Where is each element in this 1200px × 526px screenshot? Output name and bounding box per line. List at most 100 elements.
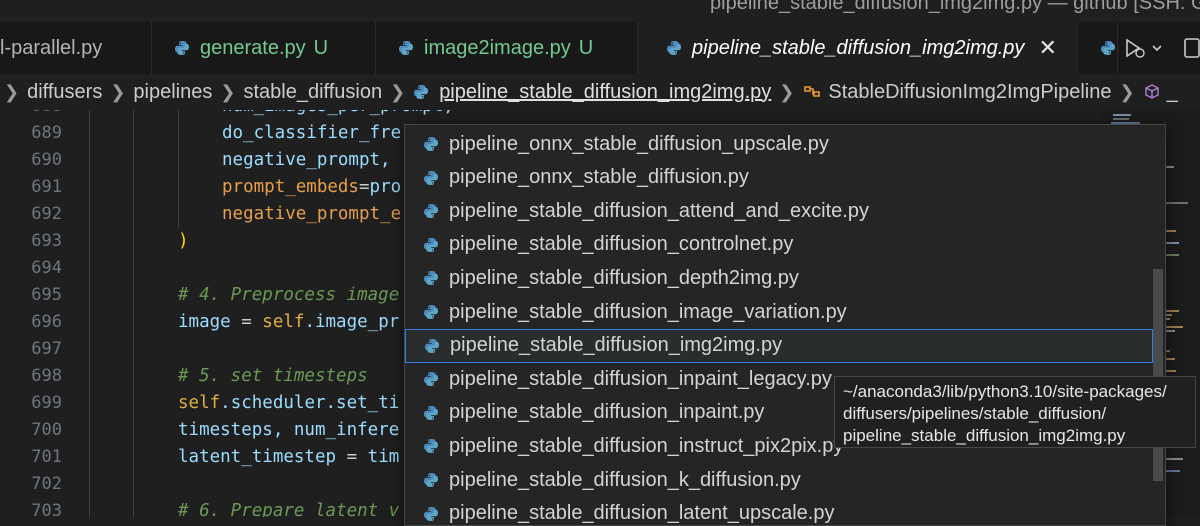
code-line: # 5. set timesteps bbox=[178, 366, 368, 386]
line-number: 688 bbox=[31, 110, 62, 116]
code-line: timesteps, num_infere bbox=[178, 420, 399, 440]
code-line: prompt_embeds=pro bbox=[222, 177, 401, 197]
tab-label: generate.py bbox=[200, 36, 306, 59]
file-picker-item[interactable]: pipeline_stable_diffusion_attend_and_exc… bbox=[405, 194, 1153, 228]
file-picker-item-label: pipeline_stable_diffusion_instruct_pix2p… bbox=[449, 434, 844, 457]
scrollbar[interactable] bbox=[1153, 125, 1163, 525]
code-token: = bbox=[336, 447, 368, 467]
code-token: # 6. Prepare latent v bbox=[178, 501, 400, 517]
indent-guide bbox=[89, 110, 90, 517]
code-line: ) bbox=[178, 231, 189, 251]
file-picker-item[interactable]: pipeline_stable_diffusion_controlnet.py bbox=[405, 228, 1153, 262]
breadcrumb-pipelines[interactable]: pipelines bbox=[133, 81, 212, 104]
line-number: 693 bbox=[31, 231, 62, 251]
code-line: negative_prompt, bbox=[222, 150, 391, 170]
line-number: 694 bbox=[31, 258, 62, 278]
run-debug-icon bbox=[1126, 38, 1145, 58]
tooltip-line: ~/anaconda3/lib/python3.10/site-packages… bbox=[843, 382, 1167, 401]
tab-img2img-active[interactable]: pipeline_stable_diffusion_img2img.py ✕ bbox=[638, 22, 1078, 74]
code-token: negative_prompt_e bbox=[222, 204, 402, 224]
split-editor-icon bbox=[1184, 38, 1200, 58]
breadcrumb-file-picker[interactable]: pipeline_onnx_stable_diffusion_upscale.p… bbox=[404, 124, 1166, 526]
code-token: self bbox=[178, 393, 221, 413]
python-icon bbox=[424, 405, 438, 420]
file-picker-item[interactable]: pipeline_onnx_stable_diffusion_upscale.p… bbox=[405, 127, 1153, 161]
breadcrumb-diffusers[interactable]: diffusers bbox=[27, 81, 102, 104]
code-token: latent_timestep bbox=[178, 447, 337, 467]
code-line: self.scheduler.set_ti bbox=[178, 393, 399, 413]
chevron-right-icon: ❯ bbox=[110, 81, 126, 102]
python-icon bbox=[414, 85, 429, 99]
code-token: negative_prompt, bbox=[222, 150, 391, 170]
tooltip-line: diffusers/pipelines/stable_diffusion/ bbox=[843, 404, 1107, 423]
code-token: tim bbox=[367, 447, 400, 467]
code-token: self bbox=[262, 312, 305, 332]
scrollbar-thumb[interactable] bbox=[1153, 269, 1163, 481]
python-icon bbox=[424, 506, 438, 521]
indent-guide bbox=[133, 110, 134, 517]
chevron-right-icon: ❯ bbox=[1119, 81, 1135, 102]
split-editor-button[interactable] bbox=[1182, 22, 1200, 74]
breadcrumb-file[interactable]: pipeline_stable_diffusion_img2img.py bbox=[439, 81, 771, 104]
line-number: 696 bbox=[31, 312, 62, 332]
chevron-right-icon: ❯ bbox=[390, 81, 406, 102]
chevron-right-icon: ❯ bbox=[220, 81, 236, 102]
title-bar: pipeline_stable_diffusion_img2img.py — g… bbox=[0, 0, 1200, 22]
file-picker-item[interactable]: pipeline_stable_diffusion_latent_upscale… bbox=[405, 497, 1153, 525]
line-number: 691 bbox=[31, 177, 62, 197]
file-picker-item-label: pipeline_stable_diffusion_attend_and_exc… bbox=[449, 199, 869, 222]
python-icon bbox=[424, 170, 438, 185]
indent-guide bbox=[178, 110, 179, 228]
code-token: prompt_embeds bbox=[222, 177, 359, 197]
file-picker-item[interactable]: pipeline_stable_diffusion_image_variatio… bbox=[405, 295, 1153, 329]
breadcrumb-member[interactable]: _ bbox=[1167, 81, 1178, 104]
tab-generate[interactable]: generate.py U bbox=[152, 22, 376, 74]
code-token: ) bbox=[178, 231, 189, 251]
python-icon bbox=[1101, 41, 1115, 55]
code-line: # 6. Prepare latent v bbox=[178, 501, 399, 517]
python-icon bbox=[175, 41, 189, 55]
line-number: 702 bbox=[31, 474, 62, 494]
file-picker-item-label: pipeline_stable_diffusion_depth2img.py bbox=[449, 266, 799, 289]
breadcrumb-stable-diffusion[interactable]: stable_diffusion bbox=[243, 81, 382, 104]
tab-parallel[interactable]: l-parallel.py bbox=[0, 22, 152, 74]
code-token: do_classifier_fre bbox=[222, 123, 402, 143]
line-number: 690 bbox=[31, 150, 62, 170]
file-picker-item[interactable]: pipeline_onnx_stable_diffusion.py bbox=[405, 161, 1153, 195]
line-number: 692 bbox=[31, 204, 62, 224]
window-title: pipeline_stable_diffusion_img2img.py — g… bbox=[710, 0, 1200, 14]
breadcrumb-class[interactable]: StableDiffusionImg2ImgPipeline bbox=[828, 81, 1111, 104]
python-icon bbox=[424, 137, 438, 151]
run-debug-button[interactable] bbox=[1122, 22, 1164, 74]
tab-label: pipeline_stable_diffusion_img2img.py bbox=[692, 36, 1025, 59]
chevron-down-icon[interactable] bbox=[1150, 41, 1164, 55]
tab-label: l-parallel.py bbox=[0, 36, 103, 59]
close-icon[interactable]: ✕ bbox=[1038, 35, 1056, 61]
line-number: 701 bbox=[31, 447, 62, 467]
code-token: pro bbox=[369, 177, 402, 197]
python-icon bbox=[424, 271, 438, 286]
chevron-right-icon: ❯ bbox=[779, 81, 795, 102]
line-number: 695 bbox=[31, 285, 62, 305]
file-picker-item[interactable]: pipeline_stable_diffusion_img2img.py bbox=[405, 328, 1153, 363]
file-picker-item-label: pipeline_onnx_stable_diffusion.py bbox=[449, 166, 749, 189]
file-path-tooltip: ~/anaconda3/lib/python3.10/site-packages… bbox=[834, 376, 1196, 448]
code-line: image = self.image_pr bbox=[178, 312, 399, 332]
code-token: .scheduler.set_ti bbox=[220, 393, 400, 413]
file-picker-item-label: pipeline_stable_diffusion_img2img.py bbox=[450, 334, 783, 357]
tab-overflow[interactable] bbox=[1078, 22, 1118, 74]
tab-image2image[interactable]: image2image.py U bbox=[376, 22, 638, 74]
python-icon bbox=[424, 305, 438, 319]
file-picker-item[interactable]: pipeline_stable_diffusion_depth2img.py bbox=[405, 261, 1153, 295]
line-number: 698 bbox=[31, 366, 62, 386]
file-picker-item[interactable]: pipeline_stable_diffusion_k_diffusion.py bbox=[405, 463, 1153, 497]
code-token: = bbox=[358, 177, 370, 197]
python-icon bbox=[399, 41, 413, 55]
file-picker-item-label: pipeline_stable_diffusion_image_variatio… bbox=[449, 300, 847, 323]
code-token: image bbox=[178, 312, 231, 332]
code-token: timesteps, num_infere bbox=[178, 420, 400, 440]
tooltip-line: pipeline_stable_diffusion_img2img.py bbox=[843, 426, 1126, 445]
breadcrumb: ❯ diffusers ❯ pipelines ❯ stable_diffusi… bbox=[0, 74, 1200, 110]
code-line: num_images_per_prompt, bbox=[222, 110, 454, 116]
file-picker-item-label: pipeline_onnx_stable_diffusion_upscale.p… bbox=[449, 132, 829, 155]
